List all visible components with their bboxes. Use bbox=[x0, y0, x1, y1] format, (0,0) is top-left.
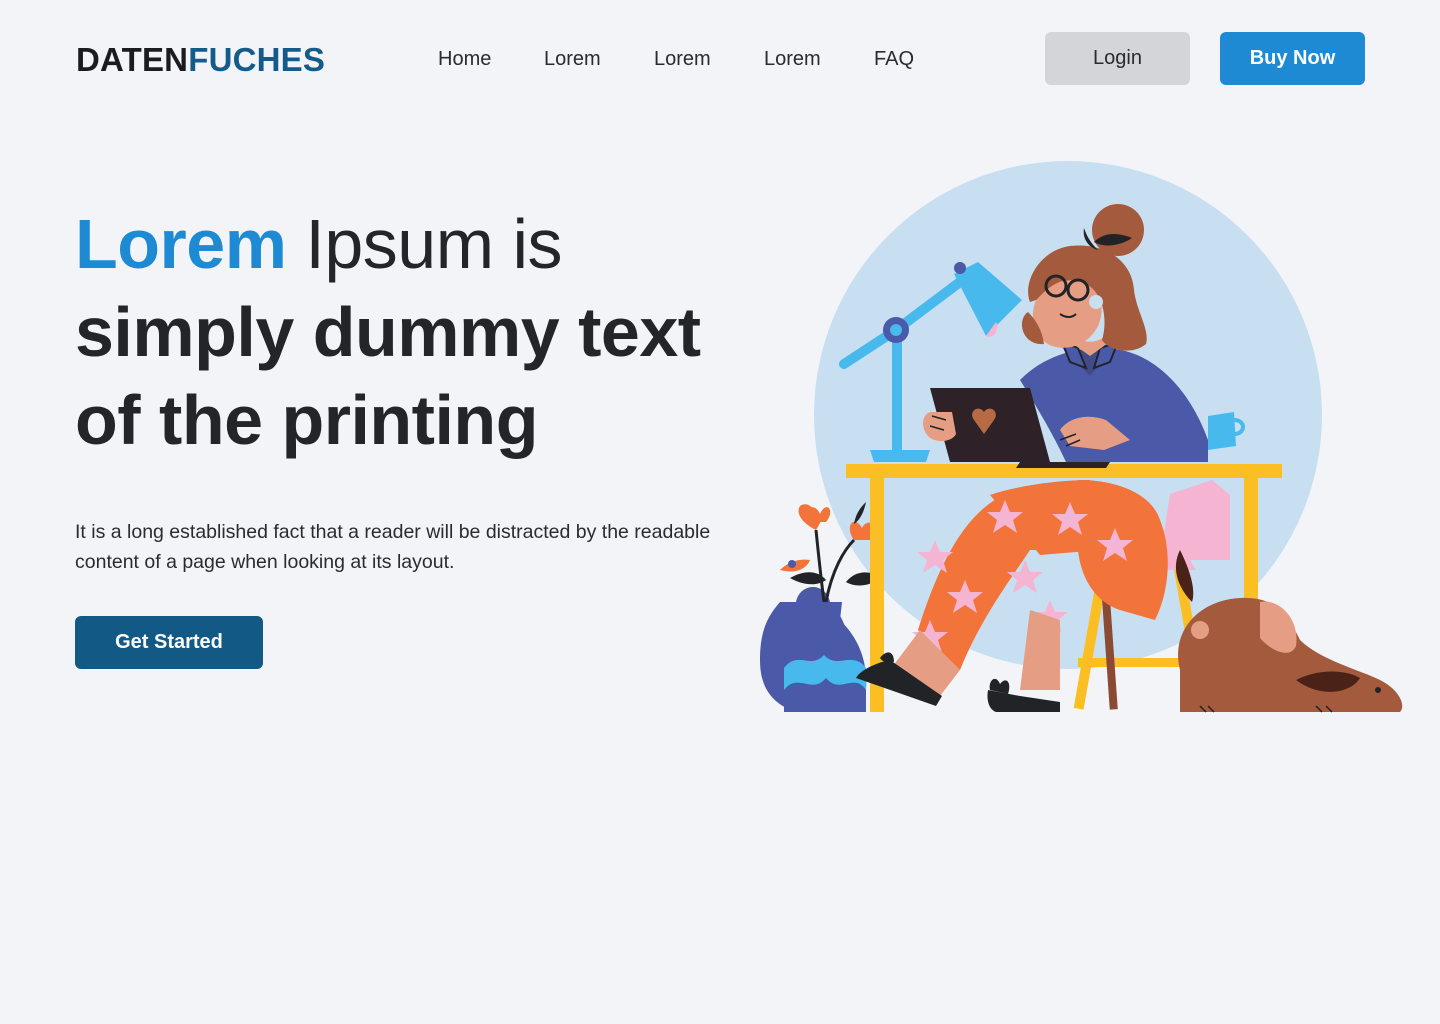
nav-item-lorem-2[interactable]: Lorem bbox=[654, 44, 711, 74]
nav-item-home[interactable]: Home bbox=[438, 44, 491, 74]
buy-now-button[interactable]: Buy Now bbox=[1220, 32, 1365, 85]
get-started-button[interactable]: Get Started bbox=[75, 616, 263, 669]
hero-title-line3: of the printing bbox=[75, 381, 538, 459]
hero-title-accent: Lorem bbox=[75, 205, 287, 283]
nav-item-lorem-3[interactable]: Lorem bbox=[764, 44, 821, 74]
hero-description: It is a long established fact that a rea… bbox=[75, 521, 711, 573]
woman-at-desk-illustration-icon bbox=[760, 150, 1420, 720]
hero-title-line2: simply dummy text bbox=[75, 293, 701, 371]
hero-title: Lorem Ipsum is simply dummy text of the … bbox=[75, 200, 775, 464]
nav-item-faq[interactable]: FAQ bbox=[874, 44, 914, 74]
site-header: DATENFUCHES Home Lorem Lorem Lorem FAQ L… bbox=[0, 0, 1440, 118]
login-button[interactable]: Login bbox=[1045, 32, 1190, 85]
hero-title-line1-rest: Ipsum is bbox=[286, 205, 563, 283]
nav-item-lorem-1[interactable]: Lorem bbox=[544, 44, 601, 74]
